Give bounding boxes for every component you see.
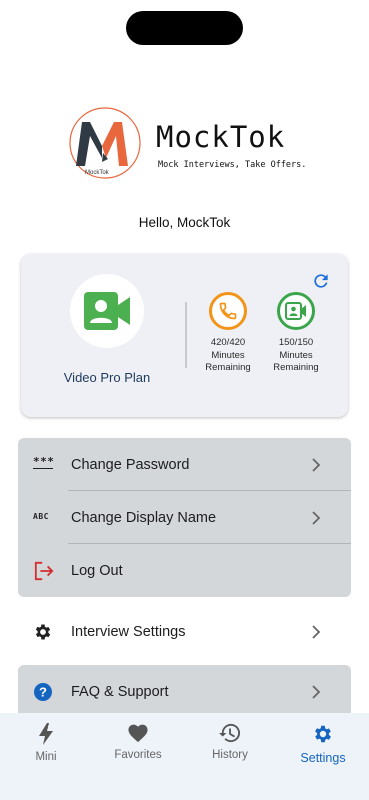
- video-minutes-caption: Remaining: [273, 362, 319, 373]
- video-minutes-value: 150/150: [278, 337, 314, 348]
- svg-text:?: ?: [39, 685, 47, 700]
- bolt-icon: [39, 723, 53, 745]
- change-display-name-item[interactable]: ABC Change Display Name: [18, 491, 351, 544]
- voice-minutes-unit: Minutes: [211, 349, 245, 361]
- brand-header: MockTok MockTok Mock Interviews, Take Of…: [68, 106, 308, 184]
- greeting-text: Hello, MockTok: [138, 215, 231, 230]
- chevron-right-icon: [310, 685, 322, 699]
- chevron-right-icon: [310, 457, 322, 472]
- account-menu: *** Change Password ABC Change Display N…: [18, 438, 351, 597]
- change-password-item[interactable]: *** Change Password: [18, 438, 351, 491]
- mocktok-logo: MockTok: [68, 106, 142, 180]
- video-plan-icon: [70, 274, 144, 348]
- change-password-label: Change Password: [71, 456, 190, 473]
- logout-icon: [33, 561, 57, 581]
- tab-history-label: History: [212, 749, 248, 761]
- heart-icon: [128, 724, 148, 743]
- gear-icon: [315, 725, 331, 743]
- refresh-icon[interactable]: [311, 271, 331, 291]
- tab-favorites[interactable]: Favorites: [92, 723, 184, 761]
- tab-mini-label: Mini: [35, 751, 57, 763]
- voice-minutes-stat: 420/420 Minutes Remaining: [193, 292, 263, 375]
- history-icon: [219, 723, 241, 743]
- tab-history[interactable]: History: [184, 723, 276, 761]
- video-minutes-stat: 150/150 Minutes Remaining: [261, 292, 331, 375]
- abc-icon: ABC: [33, 511, 49, 521]
- card-divider: [185, 302, 187, 368]
- chevron-right-icon: [310, 625, 322, 639]
- log-out-label: Log Out: [71, 562, 123, 579]
- plan-name: Video Pro Plan: [63, 370, 151, 385]
- tab-settings[interactable]: Settings: [277, 723, 369, 765]
- faq-support-item[interactable]: ? FAQ & Support: [18, 665, 351, 713]
- log-out-item[interactable]: Log Out: [18, 544, 351, 597]
- bottom-tab-bar: Mini Favorites History Settings: [0, 713, 369, 800]
- phone-icon: [209, 292, 247, 330]
- interview-settings-item[interactable]: Interview Settings: [18, 605, 351, 659]
- video-contact-icon: [277, 292, 315, 330]
- faq-support-label: FAQ & Support: [71, 684, 169, 700]
- logo-caption: MockTok: [85, 170, 109, 176]
- chevron-right-icon: [310, 510, 322, 525]
- tab-mini[interactable]: Mini: [0, 723, 92, 763]
- help-icon: ?: [33, 682, 57, 702]
- voice-minutes-caption: Remaining: [205, 362, 251, 373]
- change-display-name-label: Change Display Name: [71, 509, 217, 526]
- interview-settings-label: Interview Settings: [71, 624, 186, 640]
- tab-settings-label: Settings: [300, 751, 346, 765]
- plan-card: Video Pro Plan 420/420 Minutes Remaining…: [21, 254, 348, 417]
- tab-favorites-label: Favorites: [114, 749, 162, 761]
- camera-notch: [126, 11, 243, 45]
- video-minutes-unit: Minutes: [279, 349, 313, 361]
- voice-minutes-value: 420/420: [210, 337, 246, 348]
- app-tagline: Mock Interviews, Take Offers.: [158, 160, 307, 170]
- app-name: MockTok: [156, 120, 286, 154]
- support-menu: ? FAQ & Support: [18, 665, 351, 713]
- gear-icon: [33, 622, 57, 642]
- password-icon: ***: [33, 454, 55, 469]
